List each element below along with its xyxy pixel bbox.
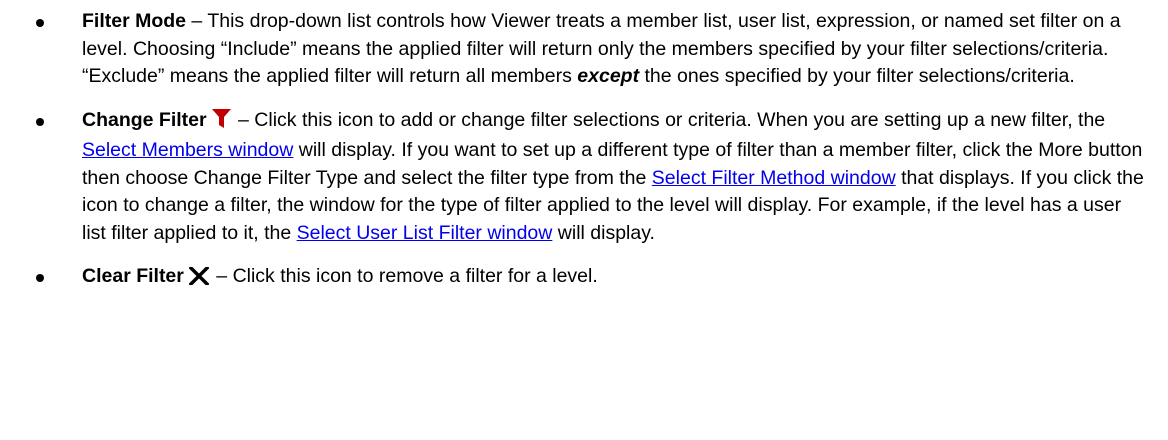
document-page: Filter Mode – This drop-down list contro…	[0, 0, 1168, 440]
bullet-icon	[36, 117, 44, 126]
list-item-filter-mode: Filter Mode – This drop-down list contro…	[0, 0, 1168, 91]
link-select-user-list-filter-window[interactable]: Select User List Filter window	[297, 222, 553, 244]
description-text: will display.	[552, 221, 655, 244]
dash: –	[186, 10, 208, 32]
list-item-change-filter: Change Filter – Click this icon to add o…	[0, 107, 1168, 248]
funnel-filter-icon	[211, 108, 231, 138]
bullet-icon	[36, 274, 44, 282]
link-select-filter-method-window[interactable]: Select Filter Method window	[652, 167, 896, 189]
term-clear-filter: Clear Filter	[82, 265, 184, 287]
dash: –	[210, 265, 233, 287]
description-text: Click this icon to remove a filter for a…	[232, 265, 598, 287]
dash: –	[232, 108, 255, 131]
emphasis-except: except	[577, 65, 640, 87]
x-close-icon	[188, 265, 210, 294]
bullet-icon	[36, 19, 44, 27]
list-item-clear-filter: Clear Filter – Click this icon to remove…	[0, 263, 1168, 294]
description-text: Click this icon to add or change filter …	[254, 108, 1106, 131]
description-text: the ones specified by your filter select…	[639, 65, 1075, 87]
term-filter-mode: Filter Mode	[82, 10, 187, 32]
link-select-members-window[interactable]: Select Members window	[82, 139, 293, 161]
bullet-list: Filter Mode – This drop-down list contro…	[0, 0, 1168, 294]
term-change-filter: Change Filter	[82, 108, 207, 131]
